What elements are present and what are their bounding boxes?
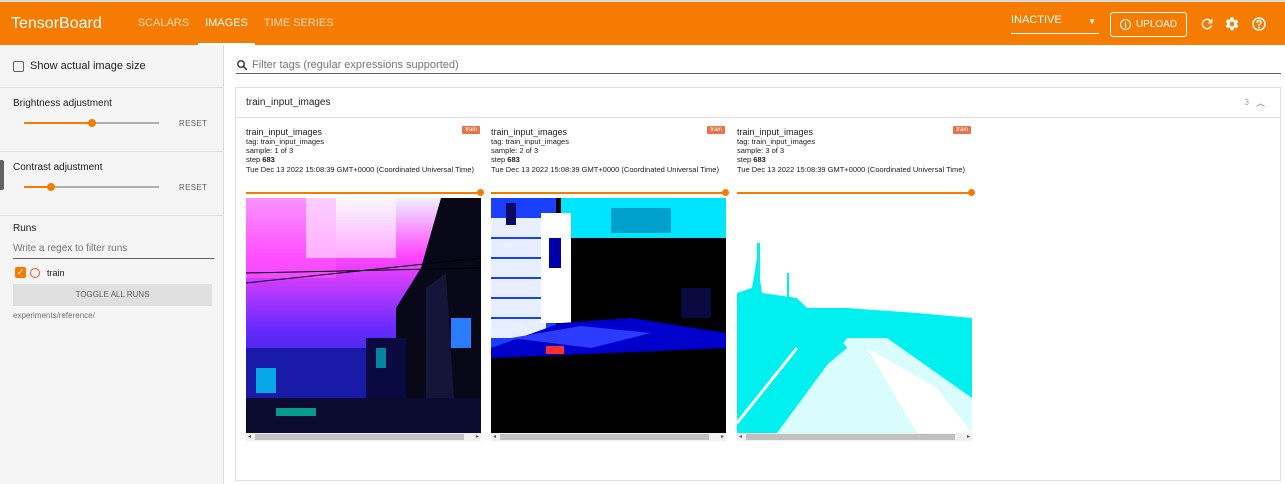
show-actual-size-option[interactable]: Show actual image size	[0, 45, 223, 88]
brightness-slider-fill	[24, 122, 92, 124]
step-value: 683	[753, 155, 766, 164]
panel-step-line: step 683	[246, 155, 481, 164]
contrast-section: Contrast adjustment RESET	[0, 152, 223, 216]
brightness-section: Brightness adjustment RESET	[0, 88, 223, 152]
tag-filter-placeholder: Filter tags (regular expressions support…	[252, 58, 459, 71]
gear-icon[interactable]	[1224, 16, 1240, 32]
brightness-label: Brightness adjustment	[13, 98, 112, 109]
image-panel: train_input_images train tag: train_inpu…	[491, 126, 729, 441]
scrollbar-thumb[interactable]	[255, 434, 464, 440]
step-label: step	[246, 155, 261, 164]
scroll-right-icon[interactable]: ▸	[721, 433, 724, 441]
step-slider[interactable]	[737, 189, 975, 196]
step-value: 683	[262, 155, 275, 164]
chevron-down-icon: ▼	[1088, 17, 1096, 26]
step-slider-thumb[interactable]	[722, 189, 729, 196]
brightness-slider[interactable]	[24, 119, 159, 127]
step-label: step	[491, 155, 506, 164]
show-actual-size-checkbox[interactable]	[13, 60, 24, 72]
scroll-right-icon[interactable]: ▸	[476, 433, 479, 441]
contrast-label: Contrast adjustment	[13, 162, 103, 173]
image-panel: train_input_images train tag: train_inpu…	[246, 126, 484, 441]
sample-image	[491, 198, 726, 433]
scroll-left-icon[interactable]: ◂	[493, 433, 496, 441]
panel-timestamp: Tue Dec 13 2022 15:08:39 GMT+0000 (Coord…	[246, 165, 474, 174]
run-checkbox-checked[interactable]: ✓	[15, 267, 26, 278]
refresh-icon[interactable]	[1199, 16, 1215, 32]
tab-scalars[interactable]: SCALARS	[131, 2, 196, 45]
scroll-right-icon[interactable]: ▸	[967, 433, 970, 441]
run-name: train	[47, 267, 65, 278]
step-slider[interactable]	[491, 189, 729, 196]
reload-status-select[interactable]: INACTIVE ▼	[1011, 14, 1099, 34]
panel-timestamp: Tue Dec 13 2022 15:08:39 GMT+0000 (Coord…	[491, 165, 719, 174]
run-badge: train	[707, 126, 725, 134]
help-icon[interactable]	[1251, 16, 1267, 32]
upload-label: UPLOAD	[1135, 19, 1178, 30]
panel-step-line: step 683	[737, 155, 972, 164]
show-actual-size-label: Show actual image size	[30, 60, 146, 72]
horizontal-scrollbar[interactable]: ◂ ▸	[737, 433, 972, 441]
panel-title: train_input_images	[491, 127, 568, 137]
panel-title: train_input_images	[737, 127, 814, 137]
step-label: step	[737, 155, 752, 164]
scrollbar-thumb[interactable]	[746, 434, 955, 440]
sidebar-resize-handle[interactable]	[0, 160, 4, 190]
scroll-left-icon[interactable]: ◂	[739, 433, 742, 441]
contrast-slider-thumb[interactable]	[47, 183, 55, 191]
panel-sample: sample: 2 of 3	[491, 146, 539, 155]
chevron-up-icon[interactable]: ︿	[1256, 96, 1265, 109]
step-slider[interactable]	[246, 189, 484, 196]
scroll-left-icon[interactable]: ◂	[248, 433, 251, 441]
upload-button[interactable]: i UPLOAD	[1110, 12, 1187, 37]
step-value: 683	[507, 155, 520, 164]
run-badge: train	[462, 126, 480, 134]
runs-filter-input[interactable]: Write a regex to filter runs	[13, 243, 214, 259]
card-count: 3	[1244, 98, 1249, 107]
scrollbar-thumb[interactable]	[500, 434, 709, 440]
panel-title: train_input_images	[246, 127, 323, 137]
panel-tag: tag: train_input_images	[737, 137, 815, 146]
panel-step-line: step 683	[491, 155, 726, 164]
panel-sample: sample: 1 of 3	[246, 146, 294, 155]
info-icon: i	[1119, 19, 1131, 30]
runs-title: Runs	[13, 223, 37, 234]
panel-tag: tag: train_input_images	[491, 137, 569, 146]
horizontal-scrollbar[interactable]: ◂ ▸	[246, 433, 481, 441]
tab-images[interactable]: IMAGES	[198, 2, 255, 45]
search-icon	[237, 59, 248, 70]
run-item-train[interactable]: ✓ train	[15, 267, 65, 278]
panel-sample: sample: 3 of 3	[737, 146, 785, 155]
tag-filter-input[interactable]: Filter tags (regular expressions support…	[236, 56, 1281, 74]
sample-image	[737, 198, 972, 433]
brightness-slider-thumb[interactable]	[87, 119, 96, 127]
tab-time-series[interactable]: TIME SERIES	[257, 2, 341, 45]
brightness-reset-button[interactable]: RESET	[179, 119, 207, 128]
status-value: INACTIVE	[1011, 14, 1062, 26]
toggle-all-runs-button[interactable]: TOGGLE ALL RUNS	[13, 284, 212, 306]
panel-timestamp: Tue Dec 13 2022 15:08:39 GMT+0000 (Coord…	[737, 165, 965, 174]
step-slider-thumb[interactable]	[477, 189, 484, 196]
card-title: train_input_images	[246, 97, 331, 108]
run-color-dot[interactable]	[30, 267, 40, 278]
sidebar: Show actual image size Brightness adjust…	[0, 45, 224, 484]
contrast-reset-button[interactable]: RESET	[179, 183, 207, 192]
step-slider-thumb[interactable]	[968, 189, 975, 196]
image-panel: train_input_images train tag: train_inpu…	[737, 126, 975, 441]
horizontal-scrollbar[interactable]: ◂ ▸	[491, 433, 726, 441]
sample-image	[246, 198, 481, 433]
run-badge: train	[953, 126, 971, 134]
app-title: TensorBoard	[11, 14, 102, 32]
contrast-slider[interactable]	[24, 183, 159, 191]
card-header[interactable]: train_input_images 3 ︿	[236, 88, 1280, 118]
logdir-path: experiments/reference/	[13, 311, 95, 320]
panel-tag: tag: train_input_images	[246, 137, 324, 146]
top-app-bar: TensorBoard SCALARS IMAGES TIME SERIES I…	[0, 0, 1285, 45]
